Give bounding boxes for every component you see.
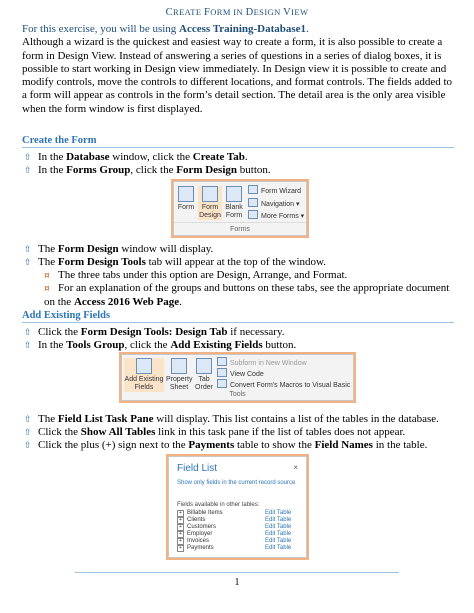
bullet-field-list-pane: ⇧ The Field List Task Pane will display. … bbox=[24, 413, 439, 425]
form-button[interactable]: Form bbox=[176, 186, 196, 212]
bullet-tools-group: ⇧ In the Tools Group, click the Add Exist… bbox=[24, 339, 297, 351]
arrow-bullet-icon: ⇧ bbox=[24, 166, 32, 176]
navigation-button[interactable]: Navigation ▾ bbox=[248, 198, 300, 210]
page-title: CREATE FORM IN DESIGN VIEW bbox=[165, 7, 309, 18]
circle-bullet-icon: ¤ bbox=[44, 284, 50, 294]
table-row[interactable]: + Payments Edit Table bbox=[177, 545, 297, 552]
more-forms-icon bbox=[248, 210, 258, 219]
table-row[interactable]: + Clients Edit Table bbox=[177, 517, 297, 524]
fields-available-header: Fields available in other tables: bbox=[177, 502, 260, 508]
ribbon-group-label: Forms bbox=[230, 226, 250, 233]
expand-plus-icon[interactable]: + bbox=[177, 510, 184, 517]
arrow-bullet-icon: ⇧ bbox=[24, 258, 32, 268]
expand-plus-icon[interactable]: + bbox=[177, 545, 184, 552]
ribbon-group-label: Tools bbox=[229, 391, 246, 398]
expand-plus-icon[interactable]: + bbox=[177, 524, 184, 531]
bullet-payments-plus: ⇧ Click the plus (+) sign next to the Pay… bbox=[24, 439, 428, 451]
form-design-icon bbox=[202, 186, 218, 202]
property-sheet-button[interactable]: Property Sheet bbox=[166, 358, 192, 392]
table-row[interactable]: + Billable Items Edit Table bbox=[177, 510, 297, 517]
table-row[interactable]: + Customers Edit Table bbox=[177, 524, 297, 531]
footer-divider bbox=[75, 572, 399, 573]
edit-table-link[interactable]: Edit Table bbox=[265, 538, 291, 544]
bullet-form-design-window: ⇧ The Form Design window will display. bbox=[24, 243, 214, 255]
navigation-icon bbox=[248, 198, 258, 207]
edit-table-link[interactable]: Edit Table bbox=[265, 510, 291, 516]
tab-order-icon bbox=[196, 358, 212, 374]
subform-icon bbox=[217, 357, 227, 366]
field-list-pane: Field List × Show only fields in the cur… bbox=[168, 456, 307, 558]
section-heading-create-form: Create the Form bbox=[22, 135, 454, 148]
expand-plus-icon[interactable]: + bbox=[177, 538, 184, 545]
sub-bullet-explanation: ¤ For an explanation of the groups and bu… bbox=[44, 282, 450, 308]
form-wizard-icon bbox=[248, 185, 258, 194]
add-existing-fields-button[interactable]: Add Existing Fields bbox=[124, 358, 164, 392]
intro-body: Although a wizard is the quickest and ea… bbox=[22, 36, 453, 115]
show-current-fields-link[interactable]: Show only fields in the current record s… bbox=[177, 480, 307, 487]
convert-icon bbox=[217, 379, 227, 388]
expand-plus-icon[interactable]: + bbox=[177, 531, 184, 538]
intro-paragraph: For this exercise, you will be using Acc… bbox=[22, 23, 453, 115]
code-icon bbox=[217, 368, 227, 377]
edit-table-link[interactable]: Edit Table bbox=[265, 524, 291, 530]
blank-form-icon bbox=[226, 186, 242, 202]
convert-macros-button[interactable]: Convert Form's Macros to Visual Basic bbox=[217, 379, 350, 391]
close-icon[interactable]: × bbox=[293, 463, 298, 472]
page-number: 1 bbox=[234, 577, 240, 588]
ribbon-divider bbox=[174, 222, 306, 223]
bullet-form-design-tools: ⇧ The Form Design Tools tab will appear a… bbox=[24, 256, 326, 268]
database-name: Access Training-Database1 bbox=[179, 23, 307, 35]
property-sheet-icon bbox=[171, 358, 187, 374]
form-icon bbox=[178, 186, 194, 202]
expand-plus-icon[interactable]: + bbox=[177, 517, 184, 524]
tools-ribbon-group: Add Existing Fields Property Sheet Tab Orde… bbox=[121, 354, 354, 401]
edit-table-link[interactable]: Edit Table bbox=[265, 531, 291, 537]
form-wizard-button[interactable]: Form Wizard bbox=[248, 185, 301, 197]
intro-lead: For this exercise, you will be using bbox=[22, 23, 180, 35]
more-forms-button[interactable]: More Forms ▾ bbox=[248, 210, 304, 222]
tab-order-button[interactable]: Tab Order bbox=[194, 358, 214, 392]
bullet-design-tab: ⇧ Click the Form Design Tools: Design Tab… bbox=[24, 326, 285, 338]
table-row[interactable]: + Employer Edit Table bbox=[177, 531, 297, 538]
blank-form-button[interactable]: Blank Form bbox=[224, 186, 244, 220]
form-design-button[interactable]: Form Design bbox=[198, 186, 222, 220]
edit-table-link[interactable]: Edit Table bbox=[265, 517, 291, 523]
arrow-bullet-icon: ⇧ bbox=[24, 441, 32, 451]
field-list-title: Field List bbox=[177, 463, 218, 474]
bullet-show-all-tables: ⇧ Click the Show All Tables link in this … bbox=[24, 426, 406, 438]
arrow-bullet-icon: ⇧ bbox=[24, 341, 32, 351]
sub-bullet-three-tabs: ¤ The three tabs under this option are De… bbox=[44, 269, 348, 281]
table-row[interactable]: + Invoices Edit Table bbox=[177, 538, 297, 545]
section-heading-add-fields: Add Existing Fields bbox=[22, 310, 454, 323]
edit-table-link[interactable]: Edit Table bbox=[265, 545, 291, 551]
bullet-forms-group: ⇧ In the Forms Group, click the Form Desi… bbox=[24, 164, 271, 176]
bullet-database-window: ⇧ In the Database window, click the Creat… bbox=[24, 151, 248, 163]
forms-ribbon-group: Form Form Design Blank Form Form Wizard Na… bbox=[173, 181, 307, 236]
add-fields-icon bbox=[136, 358, 152, 374]
